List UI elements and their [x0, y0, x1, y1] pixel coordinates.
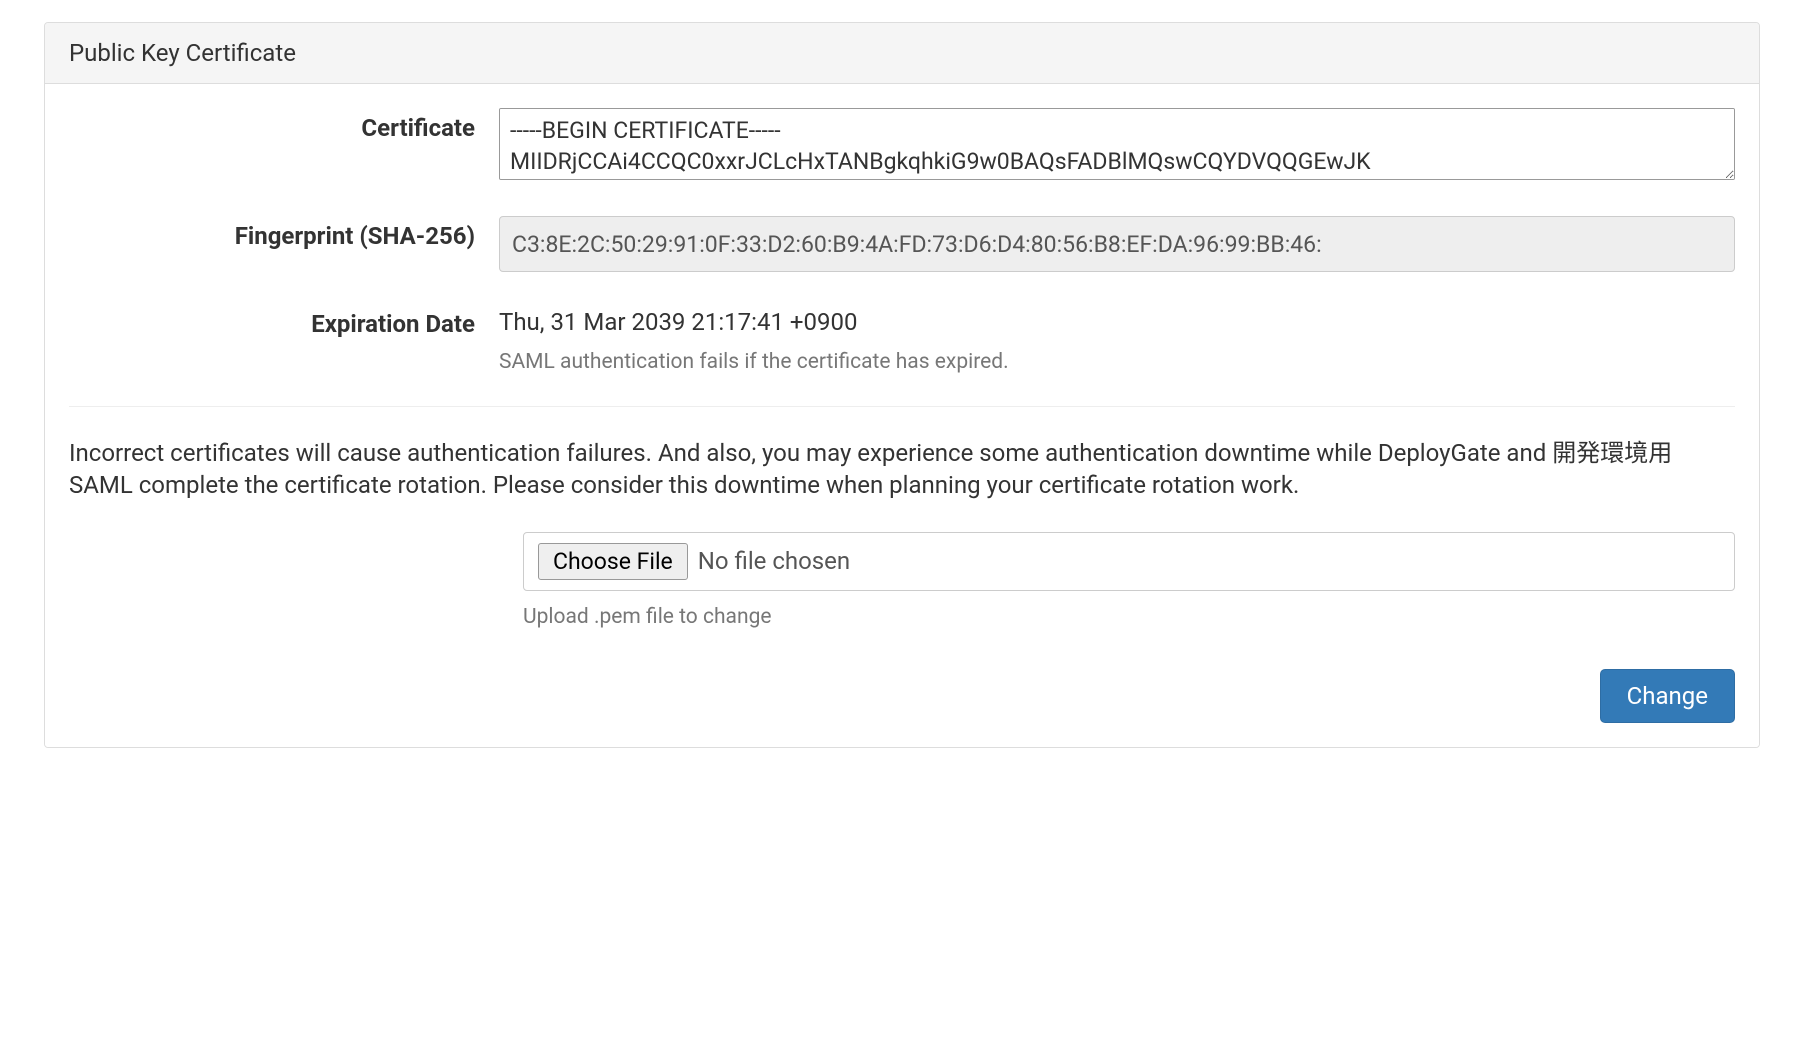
expiration-control: Thu, 31 Mar 2039 21:17:41 +0900 SAML aut…: [499, 304, 1735, 374]
expiration-label: Expiration Date: [69, 304, 499, 374]
divider: [69, 406, 1735, 407]
file-status-text: No file chosen: [698, 547, 850, 575]
certificate-textarea[interactable]: [499, 108, 1735, 180]
fingerprint-control: [499, 216, 1735, 272]
panel-title: Public Key Certificate: [45, 23, 1759, 84]
file-input-box[interactable]: Choose File No file chosen: [523, 532, 1735, 591]
expiration-help: SAML authentication fails if the certifi…: [499, 350, 1735, 374]
file-upload-help: Upload .pem file to change: [523, 605, 1735, 629]
fingerprint-label: Fingerprint (SHA-256): [69, 216, 499, 272]
file-upload-spacer: [69, 532, 523, 629]
expiration-row: Expiration Date Thu, 31 Mar 2039 21:17:4…: [69, 304, 1735, 374]
action-row: Change: [69, 669, 1735, 723]
expiration-value: Thu, 31 Mar 2039 21:17:41 +0900: [499, 304, 1735, 336]
fingerprint-input: [499, 216, 1735, 272]
file-upload-row: Choose File No file chosen Upload .pem f…: [69, 532, 1735, 629]
fingerprint-row: Fingerprint (SHA-256): [69, 216, 1735, 272]
certificate-control: [499, 108, 1735, 184]
choose-file-button[interactable]: Choose File: [538, 543, 688, 580]
certificate-row: Certificate: [69, 108, 1735, 184]
rotation-warning: Incorrect certificates will cause authen…: [69, 437, 1735, 502]
panel-body: Certificate Fingerprint (SHA-256) Expira…: [45, 84, 1759, 747]
certificate-label: Certificate: [69, 108, 499, 184]
file-upload-wrap: Choose File No file chosen Upload .pem f…: [523, 532, 1735, 629]
change-button[interactable]: Change: [1600, 669, 1735, 723]
certificate-panel: Public Key Certificate Certificate Finge…: [44, 22, 1760, 748]
